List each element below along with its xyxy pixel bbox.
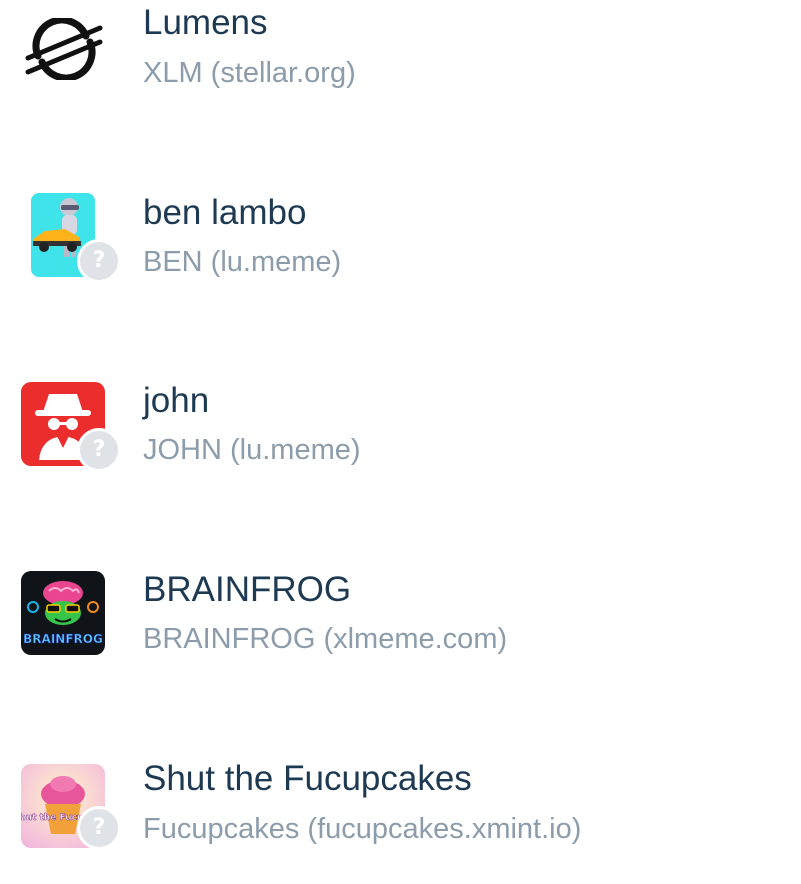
brainfrog-logo-text: BRAINFROG	[23, 632, 103, 646]
asset-row-john[interactable]: ? john JOHN (lu.meme)	[0, 375, 801, 505]
brainfrog-token-icon: BRAINFROG	[21, 571, 105, 655]
brainfrog-image: BRAINFROG	[23, 581, 103, 646]
asset-code-domain: BEN (lu.meme)	[143, 246, 342, 278]
asset-name: john	[143, 381, 210, 420]
asset-name: Lumens	[143, 3, 268, 42]
asset-code-domain: BRAINFROG (xlmeme.com)	[143, 623, 508, 655]
asset-name: ben lambo	[143, 193, 307, 232]
asset-name: Shut the Fucupcakes	[143, 759, 472, 798]
asset-row-ben-lambo[interactable]: ? ben lambo BEN (lu.meme)	[0, 185, 801, 315]
asset-list: Lumens XLM (stellar.org) ? ben lambo BEN…	[0, 0, 801, 881]
unverified-question-icon: ?	[77, 806, 121, 850]
stellar-logo-icon	[25, 18, 103, 80]
unverified-question-icon: ?	[77, 239, 121, 283]
asset-code-domain: JOHN (lu.meme)	[143, 434, 361, 466]
asset-row-brainfrog[interactable]: BRAINFROG BRAINFROG BRAINFROG (xlmeme.co…	[0, 565, 801, 695]
asset-code-domain: Fucupcakes (fucupcakes.xmint.io)	[143, 813, 582, 845]
asset-code-domain: XLM (stellar.org)	[143, 57, 356, 89]
unverified-question-icon: ?	[77, 428, 121, 472]
asset-row-fucupcakes[interactable]: Shut the Fucupca ? Shut the Fucupcakes F…	[0, 754, 801, 884]
asset-name: BRAINFROG	[143, 570, 352, 609]
asset-row-lumens[interactable]: Lumens XLM (stellar.org)	[0, 0, 801, 130]
